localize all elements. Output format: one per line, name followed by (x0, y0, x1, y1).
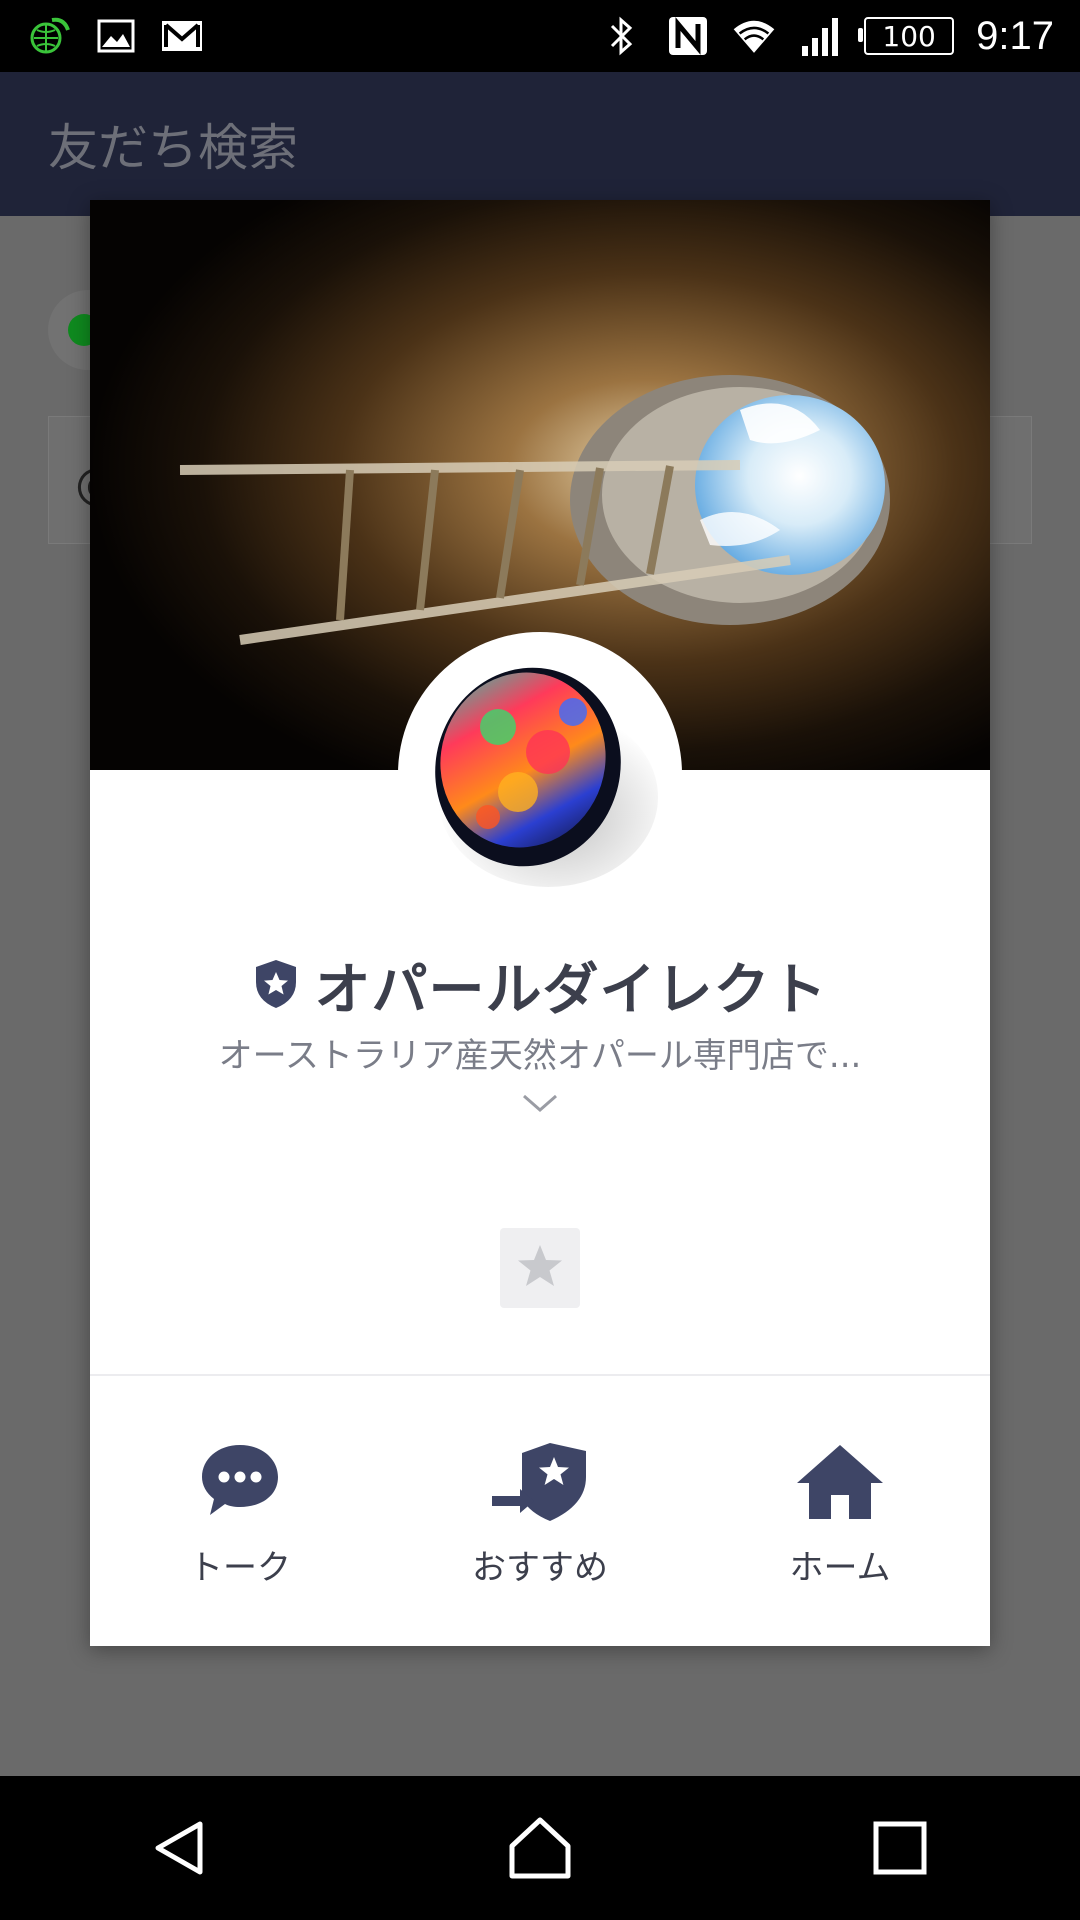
profile-status-message: オーストラリア産天然オパール専門店で... (218, 1036, 862, 1076)
profile-popup: オパールダイレクト オーストラリア産天然オパール専門店で... トーク おすすめ… (90, 200, 990, 1646)
profile-name: オパールダイレクト (314, 958, 828, 1023)
bluetooth-icon (600, 14, 644, 58)
profile-actions: トーク おすすめ ホーム (90, 1376, 990, 1646)
profile-name-row: オパールダイレクト (90, 945, 990, 1026)
recents-icon[interactable] (840, 1788, 960, 1908)
battery-icon: 100 (858, 17, 955, 55)
app-bar: 友だち検索 (0, 72, 1080, 216)
home-label: ホーム (789, 1548, 891, 1588)
home-button[interactable]: ホーム (690, 1376, 990, 1646)
signal-icon (798, 14, 842, 58)
recommend-label: おすすめ (472, 1548, 608, 1588)
chevron-down-icon[interactable] (520, 1092, 560, 1120)
home-icon (795, 1436, 885, 1526)
star-icon (516, 1243, 564, 1293)
clock: 9:17 (976, 13, 1054, 58)
talk-label: トーク (189, 1548, 291, 1588)
talk-button[interactable]: トーク (90, 1376, 390, 1646)
wifi-icon (732, 14, 776, 58)
chat-bubble-icon (198, 1436, 282, 1526)
favorite-button[interactable] (500, 1228, 580, 1308)
home-nav-icon[interactable] (480, 1788, 600, 1908)
image-icon (94, 14, 138, 58)
back-icon[interactable] (120, 1788, 240, 1908)
globe-icon (28, 14, 72, 58)
recommend-share-icon (490, 1436, 590, 1526)
nfc-icon (666, 14, 710, 58)
official-shield-star-icon (253, 958, 299, 1014)
recommend-button[interactable]: おすすめ (390, 1376, 690, 1646)
profile-avatar[interactable] (398, 632, 682, 916)
battery-level: 100 (882, 19, 936, 53)
status-bar: 100 9:17 (0, 0, 1080, 72)
navigation-bar (0, 1776, 1080, 1920)
gmail-icon (160, 14, 204, 58)
page-title: 友だち検索 (48, 119, 298, 177)
